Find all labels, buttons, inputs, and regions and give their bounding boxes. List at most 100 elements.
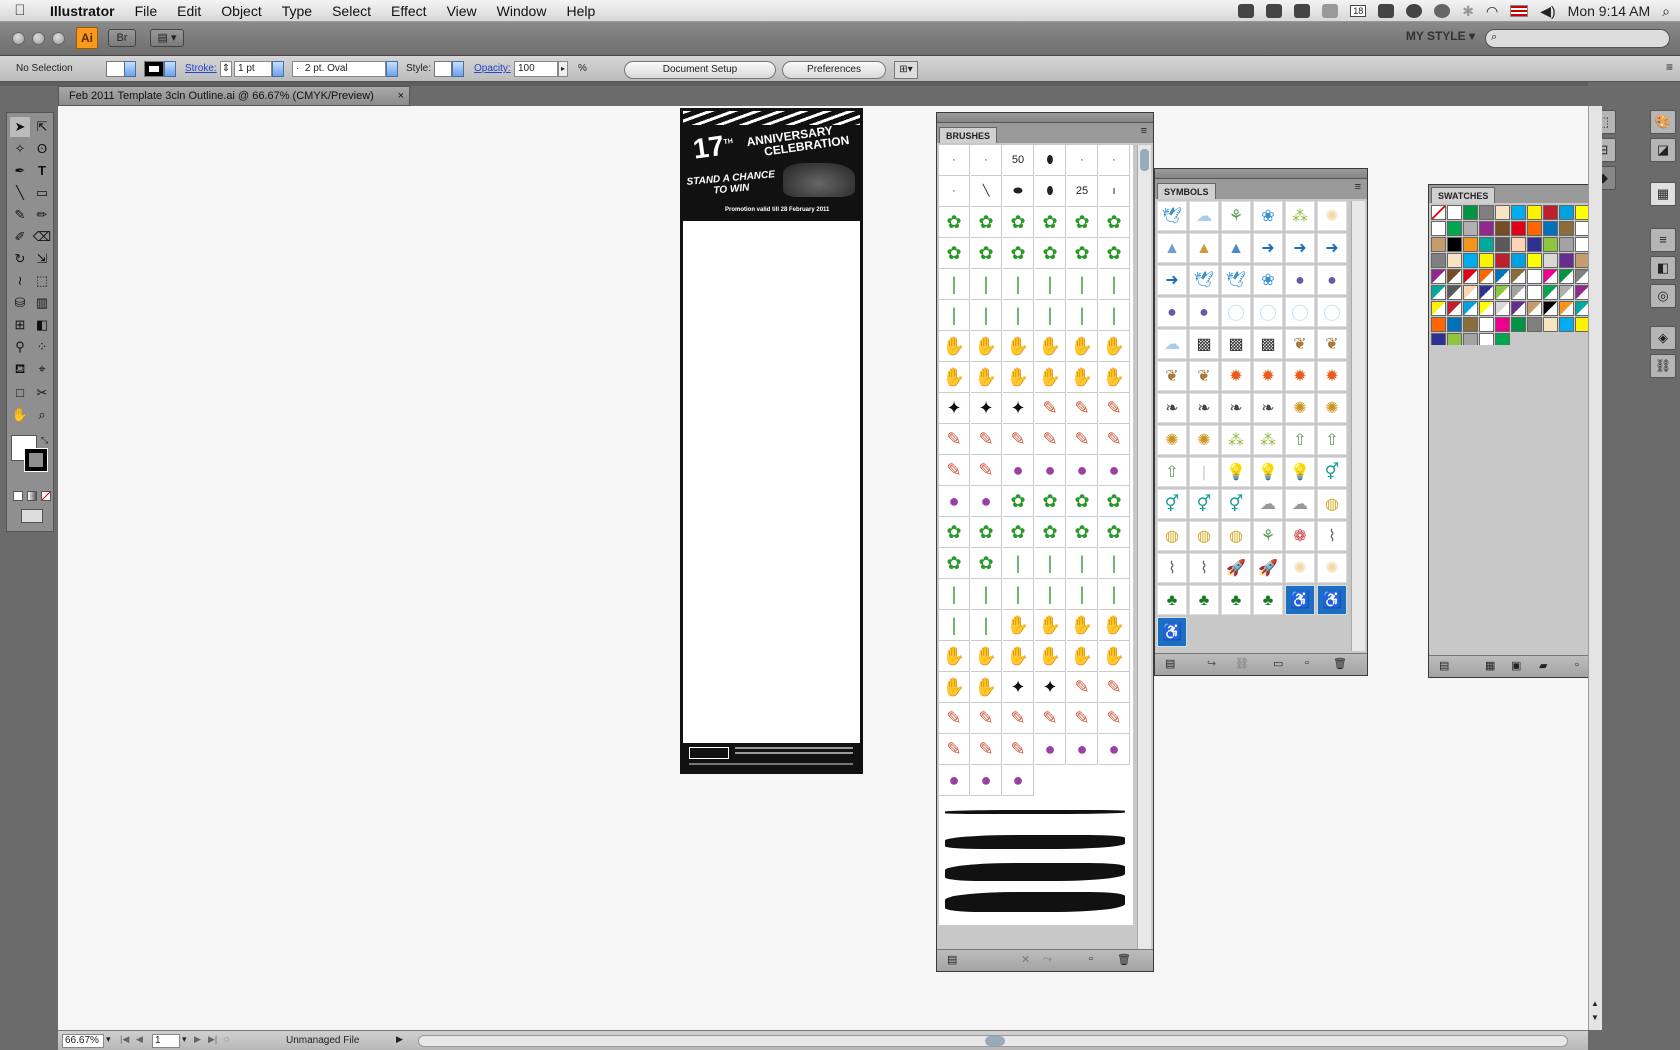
handprint-brush-icon[interactable]: ✋ xyxy=(1099,610,1130,641)
restroom-symbol-icon[interactable]: ⚥ xyxy=(1317,457,1347,487)
wifi-icon[interactable]: ◠ xyxy=(1486,3,1498,20)
color-swatch[interactable] xyxy=(1495,237,1510,252)
ribbon-symbol-icon[interactable]: ⌇ xyxy=(1189,553,1219,583)
gradient-tool-icon[interactable]: ◧ xyxy=(32,315,52,335)
fish-symbol-icon[interactable]: ● xyxy=(1285,265,1315,295)
color-swatch[interactable] xyxy=(1543,317,1558,332)
calligraphic-brush[interactable]: 50 xyxy=(1003,145,1034,176)
pen-tool-icon[interactable]: ✒ xyxy=(10,161,30,181)
color-swatch[interactable] xyxy=(1463,253,1478,268)
brush-options-icon[interactable]: ⤳ xyxy=(1043,953,1052,966)
gradient-mode-icon[interactable] xyxy=(27,491,37,501)
color-swatch[interactable] xyxy=(1431,317,1446,332)
leaf-brush-icon[interactable]: ✿ xyxy=(1035,517,1066,548)
ribbon-symbol-icon[interactable]: ⌇ xyxy=(1317,521,1347,551)
mesh-tool-icon[interactable]: ⊞ xyxy=(10,315,30,335)
handprint-brush-icon[interactable]: ✋ xyxy=(1003,641,1034,672)
pencil-tool-icon[interactable]: ✏ xyxy=(32,205,52,225)
fossil-symbol-icon[interactable]: ❧ xyxy=(1189,393,1219,423)
art-brush-stroke[interactable] xyxy=(945,863,1125,881)
zoom-window-button[interactable] xyxy=(52,32,65,45)
color-swatch[interactable] xyxy=(1479,253,1494,268)
feather-symbol-icon[interactable]: ❦ xyxy=(1189,361,1219,391)
handprint-brush-icon[interactable]: ✋ xyxy=(1003,610,1034,641)
document-setup-button[interactable]: Document Setup xyxy=(624,61,776,79)
sphere-brush-icon[interactable]: ● xyxy=(1099,734,1130,765)
slice-tool-icon[interactable]: ✂ xyxy=(32,383,52,403)
app-menu[interactable]: Illustrator xyxy=(40,3,125,19)
color-swatch[interactable] xyxy=(1479,221,1494,236)
grass-symbol-icon[interactable]: ⁂ xyxy=(1253,425,1283,455)
flower-symbol-icon[interactable]: ⚘ xyxy=(1253,521,1283,551)
sunburst-symbol-icon[interactable]: ✺ xyxy=(1285,553,1315,583)
ribbon-symbol-icon[interactable]: ⌇ xyxy=(1157,553,1187,583)
color-swatch[interactable] xyxy=(1527,253,1542,268)
leaf-brush-icon[interactable]: ✿ xyxy=(1067,517,1098,548)
grass-brush-icon[interactable]: | xyxy=(1035,548,1066,579)
handprint-brush-icon[interactable]: ✋ xyxy=(939,641,970,672)
color-swatch[interactable] xyxy=(1511,205,1526,220)
color-swatch[interactable] xyxy=(1447,317,1462,332)
color-swatch[interactable] xyxy=(1511,317,1526,332)
menu-edit[interactable]: Edit xyxy=(167,3,211,19)
color-swatch[interactable] xyxy=(1431,237,1446,252)
fish-symbol-icon[interactable]: ● xyxy=(1157,297,1187,327)
fill-dropdown-button[interactable] xyxy=(124,61,136,77)
color-swatch[interactable] xyxy=(1511,285,1526,300)
bone-brush-icon[interactable]: ✎ xyxy=(971,424,1002,455)
color-swatch[interactable] xyxy=(1495,253,1510,268)
swatch-libraries-icon[interactable]: ▤ xyxy=(1439,659,1449,672)
stroke-label-link[interactable]: Stroke: xyxy=(185,63,217,74)
bird-symbol-icon[interactable]: 🕊 xyxy=(1189,265,1219,295)
leaf-brush-icon[interactable]: ✿ xyxy=(1003,238,1034,269)
color-swatch[interactable] xyxy=(1511,237,1526,252)
menu-select[interactable]: Select xyxy=(322,3,381,19)
scroll-down-arrow-icon[interactable]: ▼ xyxy=(1591,1013,1599,1022)
color-swatch[interactable] xyxy=(1479,269,1494,284)
handprint-brush-icon[interactable]: ✋ xyxy=(1035,610,1066,641)
color-guide-panel-icon[interactable]: ◪ xyxy=(1650,138,1676,162)
color-swatch[interactable] xyxy=(1511,253,1526,268)
grass-brush-icon[interactable]: | xyxy=(971,300,1002,331)
color-swatch[interactable] xyxy=(1527,237,1542,252)
leaf-brush-icon[interactable]: ✿ xyxy=(971,548,1002,579)
stroke-weight-field[interactable]: 1 pt xyxy=(234,61,272,77)
grass-brush-icon[interactable]: | xyxy=(939,610,970,641)
sphere-brush-icon[interactable]: ● xyxy=(1067,455,1098,486)
net-symbol-icon[interactable]: ▩ xyxy=(1221,329,1251,359)
up-arrow-symbol-icon[interactable]: ⇧ xyxy=(1285,425,1315,455)
leaf-brush-icon[interactable]: ✿ xyxy=(1003,207,1034,238)
lock-icon[interactable] xyxy=(1378,4,1395,18)
restroom-symbol-icon[interactable]: ⚥ xyxy=(1157,489,1187,519)
type-tool-icon[interactable]: T xyxy=(32,161,52,181)
color-swatch[interactable] xyxy=(1495,269,1510,284)
grass-brush-icon[interactable]: | xyxy=(971,269,1002,300)
live-paint-selection-tool-icon[interactable]: ⌖ xyxy=(32,359,52,379)
tree-symbol-icon[interactable]: ♣ xyxy=(1189,585,1219,615)
net-symbol-icon[interactable]: ▩ xyxy=(1189,329,1219,359)
grass-brush-icon[interactable]: | xyxy=(1099,579,1130,610)
fire-symbol-icon[interactable]: ✹ xyxy=(1285,361,1315,391)
color-swatch[interactable] xyxy=(1543,205,1558,220)
bubble-symbol-icon[interactable]: ◯ xyxy=(1285,297,1315,327)
bone-brush-icon[interactable]: ✎ xyxy=(1003,703,1034,734)
grass-brush-icon[interactable]: | xyxy=(1035,269,1066,300)
artboard-number-field[interactable]: 1 xyxy=(152,1034,180,1048)
stroke-stepper[interactable]: ⇕ xyxy=(220,61,232,77)
sun-symbol-icon[interactable]: ✺ xyxy=(1317,393,1347,423)
brushes-list[interactable]: · · 50 ⬮ · · · ╲ ⬬ ⬮ 25 ı ✿ ✿ ✿ ✿ ✿ ✿ ✿ ✿ ✿ ✿ ✿ ✿ | | | | | | | | | | | | ✋ ✋… xyxy=(939,145,1133,925)
menu-effect[interactable]: Effect xyxy=(381,3,437,19)
color-swatch[interactable] xyxy=(1495,301,1510,316)
stroke-panel-icon[interactable]: ≡ xyxy=(1650,228,1676,252)
color-swatch[interactable] xyxy=(1431,269,1446,284)
handprint-brush-icon[interactable]: ✋ xyxy=(939,331,970,362)
bone-brush-icon[interactable]: ✎ xyxy=(1035,393,1066,424)
tree-symbol-icon[interactable]: ♣ xyxy=(1253,585,1283,615)
line-symbol-icon[interactable]: | xyxy=(1189,457,1219,487)
color-swatch[interactable] xyxy=(1527,285,1542,300)
color-swatch[interactable] xyxy=(1559,301,1574,316)
eyedropper-tool-icon[interactable]: ⚲ xyxy=(10,337,30,357)
leaf-brush-icon[interactable]: ✿ xyxy=(1099,486,1130,517)
color-swatch[interactable] xyxy=(1431,301,1446,316)
color-swatch[interactable] xyxy=(1431,253,1446,268)
